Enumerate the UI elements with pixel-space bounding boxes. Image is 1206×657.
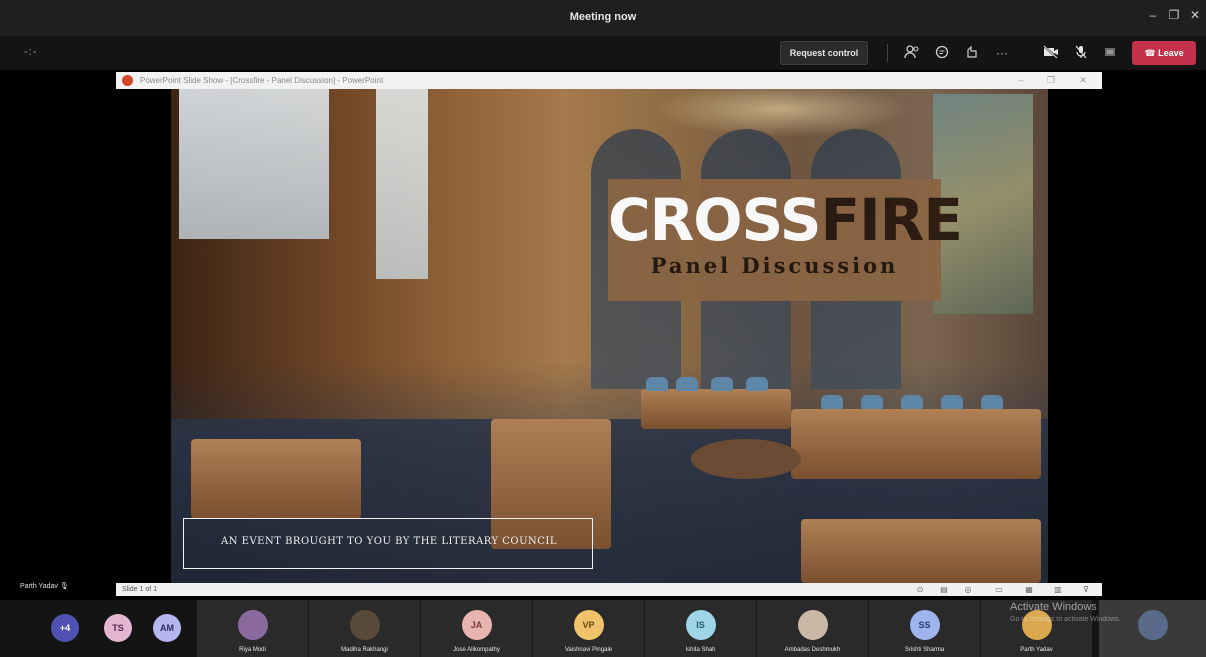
close-button[interactable]: ✕ xyxy=(1184,8,1206,22)
leave-button[interactable]: ☎ Leave xyxy=(1132,41,1196,65)
ppt-restore-button[interactable]: ❐ xyxy=(1041,72,1061,89)
participant-name: Ishita Shah xyxy=(685,647,716,653)
chat-icon[interactable] xyxy=(933,45,951,61)
shared-screen: PowerPoint Slide Show - [Crossfire - Pan… xyxy=(0,70,1206,600)
slide-counter: Slide 1 of 1 xyxy=(122,586,158,593)
participant-name: Ambadas Deshmukh xyxy=(784,647,841,653)
request-control-button[interactable]: Request control xyxy=(780,41,868,65)
share-icon[interactable] xyxy=(1101,45,1119,61)
meeting-toolbar: -:- Request control ··· ☎ Leave xyxy=(0,36,1206,70)
participants-icon[interactable] xyxy=(903,45,921,61)
participant-name: Madiha Rakhangi xyxy=(341,647,388,653)
chamber-desk xyxy=(641,389,791,429)
slide-title: CROSSFIRE xyxy=(608,185,963,255)
participant-tile[interactable]: Riya Modi xyxy=(196,600,308,657)
reactions-icon[interactable] xyxy=(963,45,981,61)
mic-off-icon[interactable] xyxy=(1072,45,1090,61)
notes-icon[interactable]: ▤ xyxy=(937,583,951,596)
ppt-close-button[interactable]: ✕ xyxy=(1073,72,1093,89)
slide-sorter-icon[interactable]: ▦ xyxy=(1022,583,1036,596)
slide-title-box: CROSSFIRE Panel Discussion xyxy=(608,179,963,301)
more-icon[interactable]: ··· xyxy=(993,45,1011,61)
participant-avatar[interactable]: TS xyxy=(104,614,132,642)
chamber-window-left xyxy=(179,89,329,239)
presenter-name: Parth Yadav xyxy=(20,583,58,590)
participant-avatar[interactable]: AM xyxy=(153,614,181,642)
chamber-desk xyxy=(191,439,361,519)
chamber-chair xyxy=(646,377,668,391)
participant-tile[interactable]: Madiha Rakhangi xyxy=(308,600,420,657)
window-title-bar: Meeting now – ❐ ✕ xyxy=(0,0,1206,36)
chamber-desk xyxy=(801,519,1041,583)
chamber-chair xyxy=(676,377,698,391)
event-banner: AN EVENT BROUGHT TO YOU BY THE LITERARY … xyxy=(183,518,593,569)
restore-button[interactable]: ❐ xyxy=(1163,8,1185,22)
self-photo xyxy=(1137,610,1168,640)
powerpoint-status-bar: Slide 1 of 1 ⊙ ▤ ◎ ▭ ▦ ▥ ⊽ xyxy=(116,583,1102,596)
activate-windows-subtitle: Go to Settings to activate Windows. xyxy=(1010,616,1121,623)
camera-off-icon[interactable] xyxy=(1042,45,1060,61)
powerpoint-window: PowerPoint Slide Show - [Crossfire - Pan… xyxy=(116,72,1102,596)
chamber-chair xyxy=(821,395,843,409)
powerpoint-title-bar: PowerPoint Slide Show - [Crossfire - Pan… xyxy=(116,72,1102,89)
participant-avatar: VP xyxy=(573,610,604,640)
participant-avatar: IS xyxy=(685,610,716,640)
presenter-label: Parth Yadav 🎙 xyxy=(20,582,69,590)
ppt-minimize-button[interactable]: – xyxy=(1011,72,1031,89)
slide-title-part2: FIRE xyxy=(820,186,962,254)
event-banner-text: AN EVENT BROUGHT TO YOU BY THE LITERARY … xyxy=(221,536,557,547)
reading-view-icon[interactable]: ▥ xyxy=(1051,583,1065,596)
participant-name: Srishti Sharma xyxy=(904,647,945,653)
participant-name: Parth Yadav xyxy=(1020,647,1053,653)
powerpoint-logo-icon xyxy=(122,75,133,86)
slide-title-part1: CROSS xyxy=(608,186,821,254)
leave-label: Leave xyxy=(1158,48,1184,58)
chamber-chair xyxy=(861,395,883,409)
participant-name: Jose Alikompathy xyxy=(453,647,500,653)
participant-tile[interactable]: VP Vaishnavi Pingale xyxy=(532,600,644,657)
minimize-button[interactable]: – xyxy=(1142,8,1164,22)
participant-name: Vaishnavi Pingale xyxy=(564,647,613,653)
chamber-chair xyxy=(981,395,1003,409)
participant-photo xyxy=(1021,610,1052,640)
accessibility-icon[interactable]: ⊙ xyxy=(913,583,927,596)
participant-avatar: JA xyxy=(461,610,492,640)
chamber-chair xyxy=(711,377,733,391)
participant-tile[interactable]: Ambadas Deshmukh xyxy=(756,600,868,657)
normal-view-icon[interactable]: ▭ xyxy=(992,583,1006,596)
mic-icon: 🎙 xyxy=(59,583,69,590)
toolbar-divider xyxy=(887,44,888,62)
overflow-participants-button[interactable]: +4 xyxy=(51,614,79,642)
participant-photo xyxy=(797,610,828,640)
participant-photo xyxy=(237,610,268,640)
chamber-desk xyxy=(791,409,1041,479)
comments-icon[interactable]: ◎ xyxy=(961,583,975,596)
phone-hangup-icon: ☎ xyxy=(1144,48,1159,58)
slide-subtitle: Panel Discussion xyxy=(650,253,899,278)
participant-tile[interactable]: SS Srishti Sharma xyxy=(868,600,980,657)
round-table xyxy=(691,439,801,479)
chamber-window-center xyxy=(376,89,428,279)
slideshow-icon[interactable]: ⊽ xyxy=(1079,583,1093,596)
participant-tile[interactable]: JA Jose Alikompathy xyxy=(420,600,532,657)
participant-avatar: SS xyxy=(909,610,940,640)
chamber-chair xyxy=(941,395,963,409)
chamber-chair xyxy=(901,395,923,409)
chamber-chair xyxy=(746,377,768,391)
powerpoint-title: PowerPoint Slide Show - [Crossfire - Pan… xyxy=(140,76,384,85)
participant-photo xyxy=(349,610,380,640)
meeting-timer: -:- xyxy=(24,46,38,58)
activate-windows-title: Activate Windows xyxy=(1010,601,1097,613)
self-video-tile[interactable] xyxy=(1098,600,1206,657)
participant-name: Riya Modi xyxy=(239,647,266,653)
participant-tile[interactable]: IS Ishita Shah xyxy=(644,600,756,657)
slide-canvas: CROSSFIRE Panel Discussion AN EVENT BROU… xyxy=(171,89,1048,583)
window-title: Meeting now xyxy=(569,11,637,23)
